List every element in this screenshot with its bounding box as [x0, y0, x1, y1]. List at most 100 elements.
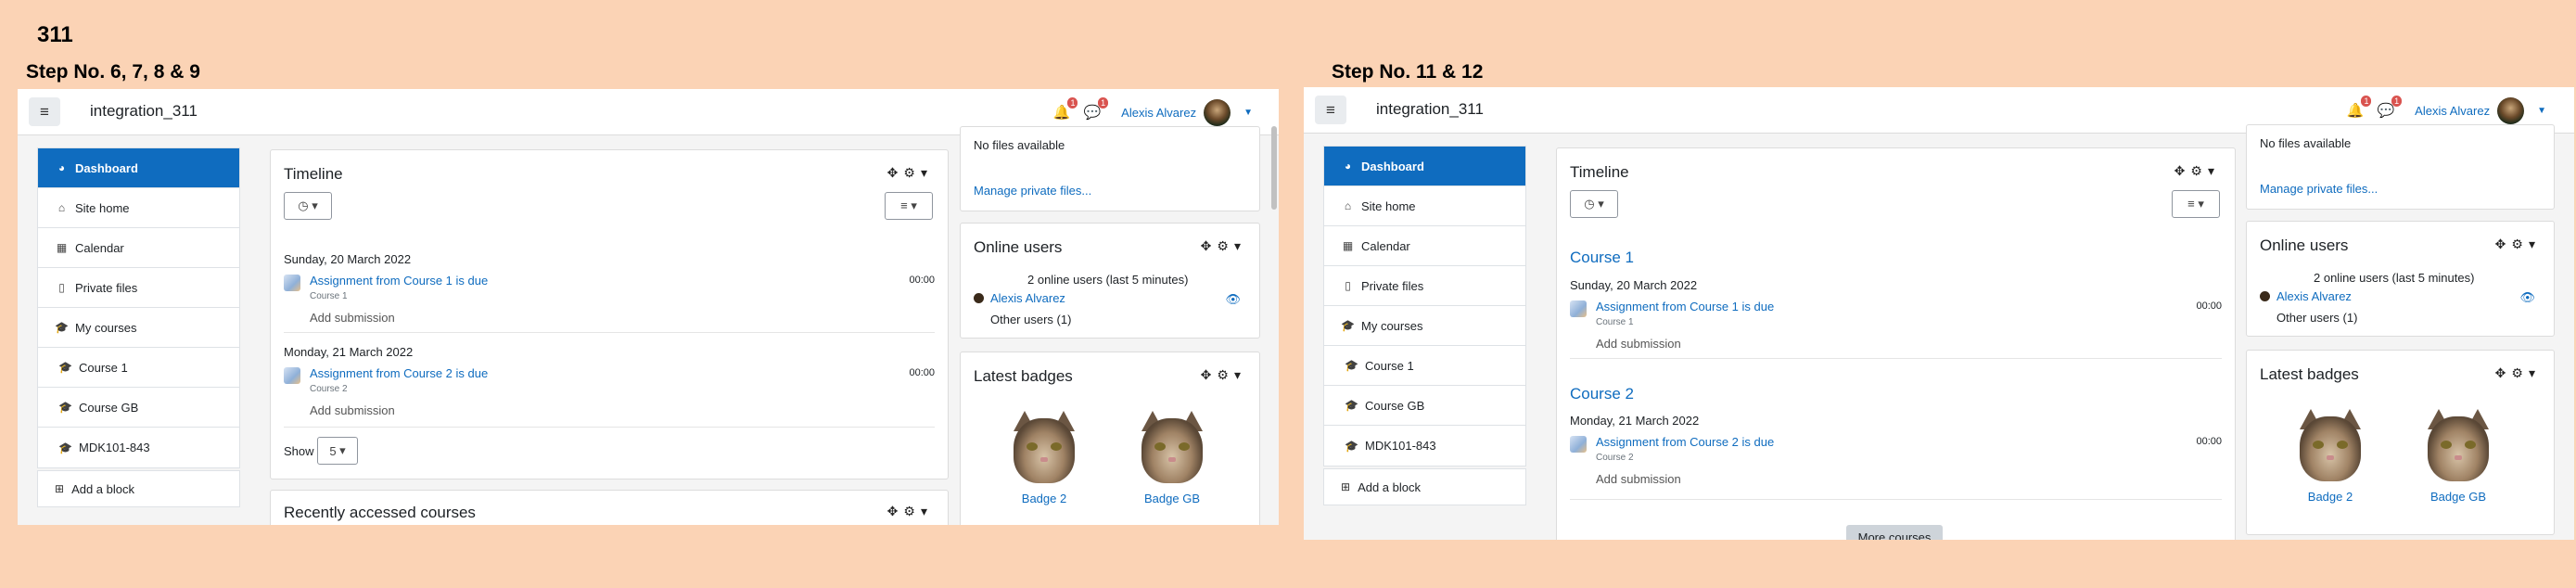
eye-icon[interactable]: 👁 [2519, 290, 2535, 305]
sidebar-item-calendar[interactable]: ▦ Calendar [1324, 226, 1525, 266]
add-submission-link[interactable]: Add submission [310, 311, 395, 325]
gear-icon[interactable]: ⚙ [903, 165, 921, 180]
badge-image[interactable] [1132, 411, 1212, 489]
event-link[interactable]: Assignment from Course 2 is due [1596, 435, 1774, 449]
sidebar-item-private-files[interactable]: ▯ Private files [38, 268, 239, 308]
sidebar-item-site-home[interactable]: ⌂ Site home [38, 188, 239, 228]
badge-name-link[interactable]: Badge GB [1116, 492, 1228, 505]
caret-down-icon[interactable]: ▾ [921, 504, 933, 518]
move-icon[interactable]: ✥ [2495, 365, 2512, 380]
caret-down-icon[interactable]: ▾ [1234, 367, 1246, 382]
menu-toggle-button[interactable]: ≡ [29, 97, 60, 126]
badge-image[interactable] [1004, 411, 1084, 489]
block-controls[interactable]: ✥⚙▾ [2495, 365, 2541, 381]
course-heading-link[interactable]: Course 1 [1570, 249, 1634, 267]
add-block-button[interactable]: ⊞ Add a block [37, 470, 240, 507]
sidebar-item-course-gb[interactable]: 🎓 Course GB [38, 388, 239, 428]
chevron-down-icon[interactable]: ▼ [2537, 106, 2546, 116]
more-courses-button[interactable]: More courses [1846, 525, 1943, 540]
manage-files-link[interactable]: Manage private files... [974, 184, 1091, 198]
graduation-cap-icon: 🎓 [58, 401, 72, 414]
add-submission-link[interactable]: Add submission [1596, 472, 1681, 486]
sidebar-item-course-1[interactable]: 🎓 Course 1 [1324, 346, 1525, 386]
block-controls[interactable]: ✥⚙▾ [887, 504, 933, 519]
notifications-button[interactable]: 🔔 1 [1053, 97, 1078, 121]
sidebar-item-mdk101-843[interactable]: 🎓 MDK101-843 [38, 428, 239, 467]
timeline-sort-select[interactable]: ≡ ▾ [885, 192, 933, 220]
timeline-date-filter[interactable]: ◷ ▾ [284, 192, 332, 220]
add-block-button[interactable]: ⊞ Add a block [1323, 468, 1526, 505]
caret-down-icon[interactable]: ▾ [1234, 238, 1246, 253]
avatar[interactable] [2497, 96, 2525, 124]
badge-name-link[interactable]: Badge GB [2403, 490, 2514, 504]
event-link[interactable]: Assignment from Course 2 is due [310, 366, 488, 380]
chevron-down-icon[interactable]: ▼ [1243, 108, 1253, 118]
sidebar-item-calendar[interactable]: ▦ Calendar [38, 228, 239, 268]
eye-icon[interactable]: 👁 [1225, 292, 1241, 307]
menu-toggle-button[interactable]: ≡ [1315, 96, 1346, 124]
notifications-button[interactable]: 🔔 1 [2347, 96, 2372, 119]
add-block-label: Add a block [71, 481, 134, 496]
gear-icon[interactable]: ⚙ [2190, 163, 2208, 178]
add-submission-link[interactable]: Add submission [310, 403, 395, 417]
online-users-title: Online users [2260, 236, 2349, 254]
course-heading-link[interactable]: Course 2 [1570, 385, 1634, 403]
sidebar-item-course-1[interactable]: 🎓 Course 1 [38, 348, 239, 388]
badge-name-link[interactable]: Badge 2 [988, 492, 1100, 505]
manage-files-link[interactable]: Manage private files... [2260, 182, 2378, 196]
user-name[interactable]: Alexis Alvarez [1121, 106, 1196, 120]
gear-icon[interactable]: ⚙ [903, 504, 921, 518]
site-name[interactable]: integration_311 [90, 102, 198, 121]
move-icon[interactable]: ✥ [2174, 163, 2191, 178]
move-icon[interactable]: ✥ [1201, 367, 1218, 382]
sidebar-item-my-courses[interactable]: 🎓 My courses [38, 308, 239, 348]
gear-icon[interactable]: ⚙ [1217, 238, 1234, 253]
caret-down-icon[interactable]: ▾ [2529, 365, 2541, 380]
other-users-text: Other users (1) [2276, 311, 2358, 325]
move-icon[interactable]: ✥ [887, 504, 904, 518]
move-icon[interactable]: ✥ [1201, 238, 1218, 253]
gear-icon[interactable]: ⚙ [1217, 367, 1234, 382]
sidebar-item-mdk101-843[interactable]: 🎓 MDK101-843 [1324, 426, 1525, 466]
user-avatar-small [2260, 291, 2270, 301]
caret-down-icon[interactable]: ▾ [921, 165, 933, 180]
move-icon[interactable]: ✥ [887, 165, 904, 180]
event-link[interactable]: Assignment from Course 1 is due [1596, 300, 1774, 313]
block-controls[interactable]: ✥⚙▾ [2495, 236, 2541, 252]
sidebar-item-dashboard[interactable]: ◕ Dashboard [38, 148, 239, 188]
messages-button[interactable]: 💬 1 [2377, 96, 2403, 119]
sidebar-item-dashboard[interactable]: ◕ Dashboard [1324, 147, 1525, 186]
messages-button[interactable]: 💬 1 [1083, 97, 1109, 121]
block-controls[interactable]: ✥⚙▾ [1201, 238, 1246, 254]
show-count-select[interactable]: 5 ▾ [317, 437, 358, 465]
timeline-date-filter[interactable]: ◷ ▾ [1570, 190, 1618, 218]
sidebar-item-course-gb[interactable]: 🎓 Course GB [1324, 386, 1525, 426]
block-controls[interactable]: ✥⚙▾ [887, 165, 933, 181]
event-link[interactable]: Assignment from Course 1 is due [310, 274, 488, 288]
caret-down-icon[interactable]: ▾ [2208, 163, 2220, 178]
event-time: 00:00 [909, 275, 935, 286]
home-icon: ⌂ [57, 201, 66, 214]
timeline-sort-select[interactable]: ≡ ▾ [2172, 190, 2220, 218]
sidebar-item-my-courses[interactable]: 🎓 My courses [1324, 306, 1525, 346]
site-name[interactable]: integration_311 [1376, 100, 1484, 119]
sidebar-item-site-home[interactable]: ⌂ Site home [1324, 186, 1525, 226]
add-submission-link[interactable]: Add submission [1596, 337, 1681, 351]
caret-down-icon[interactable]: ▾ [2529, 236, 2541, 251]
block-controls[interactable]: ✥⚙▾ [1201, 367, 1246, 383]
avatar[interactable] [1204, 98, 1231, 126]
graduation-cap-icon: 🎓 [1345, 439, 1358, 453]
badge-image[interactable] [2290, 409, 2370, 487]
badge-image[interactable] [2418, 409, 2498, 487]
badge-name-link[interactable]: Badge 2 [2275, 490, 2386, 504]
gear-icon[interactable]: ⚙ [2511, 365, 2529, 380]
block-controls[interactable]: ✥⚙▾ [2174, 163, 2220, 179]
sidebar-item-label: Site home [75, 200, 130, 215]
sidebar-item-private-files[interactable]: ▯ Private files [1324, 266, 1525, 306]
scrollbar[interactable] [1271, 126, 1277, 210]
online-user-link[interactable]: Alexis Alvarez [990, 291, 1065, 305]
user-name[interactable]: Alexis Alvarez [2415, 104, 2490, 118]
move-icon[interactable]: ✥ [2495, 236, 2512, 251]
online-user-link[interactable]: Alexis Alvarez [2276, 289, 2352, 303]
gear-icon[interactable]: ⚙ [2511, 236, 2529, 251]
